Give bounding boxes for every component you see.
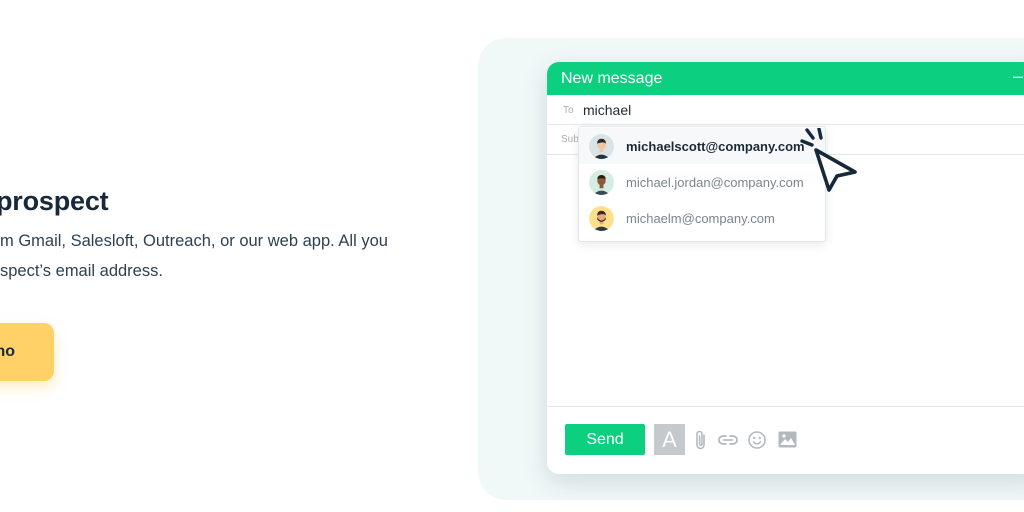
minimize-button[interactable]: – (1013, 66, 1023, 87)
emoji-button[interactable] (745, 424, 769, 455)
hero-description: m Gmail, Salesloft, Outreach, or our web… (0, 226, 388, 286)
to-label: To (563, 105, 574, 116)
hero-section: prospect m Gmail, Salesloft, Outreach, o… (0, 0, 470, 512)
font-format-button[interactable]: A (654, 424, 685, 455)
recipient-suggestions: michaelscott@company.com michael.jordan@… (578, 126, 826, 242)
avatar (589, 205, 614, 231)
demo-button[interactable]: no (0, 323, 54, 381)
subject-label: Sub (561, 134, 579, 145)
avatar (589, 133, 614, 159)
compose-header: New message – (547, 62, 1024, 95)
font-format-label: A (662, 426, 677, 452)
compose-title: New message (561, 70, 663, 87)
hero-description-line: spect’s email address. (0, 262, 163, 280)
hero-description-line: m Gmail, Salesloft, Outreach, or our web… (0, 232, 388, 250)
link-icon (718, 434, 738, 445)
insert-image-button[interactable] (775, 424, 799, 455)
toolbar-divider (547, 406, 1024, 407)
pointer-cursor-icon (800, 128, 857, 192)
attachment-button[interactable] (690, 424, 712, 455)
suggestion-email: michael.jordan@company.com (626, 174, 804, 190)
suggestion-email: michaelscott@company.com (626, 138, 805, 154)
link-button[interactable] (715, 424, 741, 455)
compose-window: New message – To michael Sub Send A (547, 62, 1024, 474)
to-field[interactable]: To michael (547, 95, 1024, 125)
send-button[interactable]: Send (565, 424, 645, 455)
suggestion-item[interactable]: michaelscott@company.com (579, 128, 825, 164)
attachment-icon (696, 430, 705, 449)
suggestion-item[interactable]: michael.jordan@company.com (579, 164, 825, 200)
to-input[interactable]: michael (583, 102, 631, 118)
emoji-icon (748, 430, 766, 449)
avatar (589, 169, 614, 195)
hero-heading: prospect (0, 186, 109, 216)
suggestion-item[interactable]: michaelm@company.com (579, 200, 825, 236)
suggestion-email: michaelm@company.com (626, 210, 775, 226)
image-icon (778, 431, 796, 448)
